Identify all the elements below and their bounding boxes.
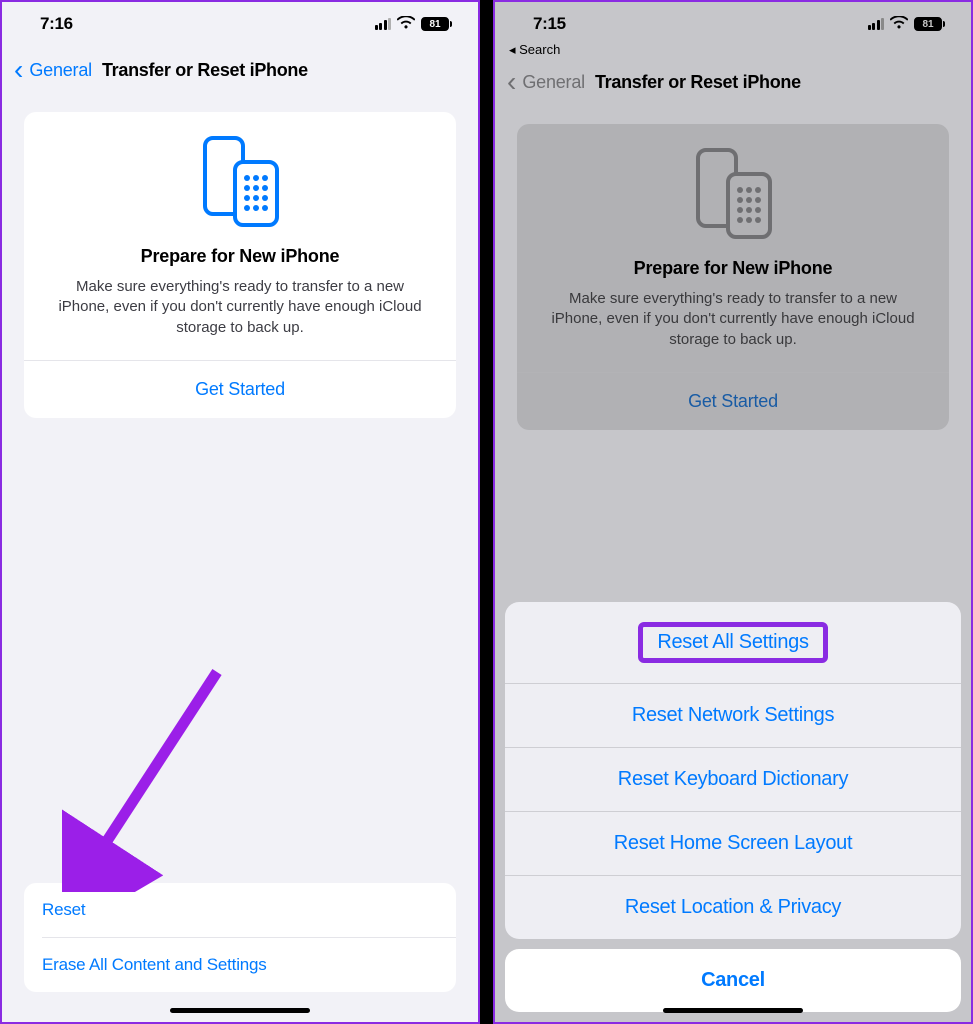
reset-keyboard-dictionary-button[interactable]: Reset Keyboard Dictionary — [505, 748, 961, 811]
page-title: Transfer or Reset iPhone — [102, 60, 308, 81]
reset-button[interactable]: Reset — [24, 883, 456, 937]
back-button: General — [522, 72, 585, 93]
reset-action-sheet: Reset All Settings Reset Network Setting… — [505, 602, 961, 1012]
back-to-search[interactable]: ◂ Search — [495, 42, 971, 58]
cancel-button[interactable]: Cancel — [505, 949, 961, 1012]
annotation-highlight: Reset All Settings — [638, 622, 827, 663]
back-chevron-icon[interactable]: ‹ — [14, 56, 23, 84]
card-title: Prepare for New iPhone — [42, 246, 438, 267]
status-icons: 81 — [375, 14, 453, 34]
reset-location-privacy-button[interactable]: Reset Location & Privacy — [505, 876, 961, 939]
status-icons: 81 — [868, 14, 946, 34]
reset-all-settings-button[interactable]: Reset All Settings — [505, 602, 961, 683]
status-time: 7:16 — [40, 14, 73, 34]
back-chevron-icon: ‹ — [507, 68, 516, 96]
screenshot-left: 7:16 81 ‹ General Transfer or Reset iPho… — [0, 0, 480, 1024]
screenshot-right: 7:15 81 ◂ Search ‹ General Transfer or R… — [493, 0, 973, 1024]
reset-home-screen-layout-button[interactable]: Reset Home Screen Layout — [505, 812, 961, 875]
content-area: Prepare for New iPhone Make sure everyth… — [495, 106, 971, 430]
annotation-arrow — [62, 662, 242, 892]
prepare-card: Prepare for New iPhone Make sure everyth… — [24, 112, 456, 418]
home-indicator[interactable] — [170, 1008, 310, 1013]
prepare-card: Prepare for New iPhone Make sure everyth… — [517, 124, 949, 430]
wifi-icon — [890, 14, 908, 34]
devices-icon — [535, 146, 931, 242]
card-title: Prepare for New iPhone — [535, 258, 931, 279]
cellular-icon — [868, 18, 885, 30]
card-description: Make sure everything's ready to transfer… — [535, 289, 931, 372]
card-description: Make sure everything's ready to transfer… — [42, 277, 438, 360]
page-title: Transfer or Reset iPhone — [595, 72, 801, 93]
battery-icon: 81 — [421, 17, 452, 31]
nav-bar: ‹ General Transfer or Reset iPhone — [495, 58, 971, 106]
erase-all-button[interactable]: Erase All Content and Settings — [24, 938, 456, 992]
get-started-button[interactable]: Get Started — [42, 361, 438, 418]
reset-network-settings-button[interactable]: Reset Network Settings — [505, 684, 961, 747]
devices-icon — [42, 134, 438, 230]
status-time: 7:15 — [533, 14, 566, 34]
battery-icon: 81 — [914, 17, 945, 31]
nav-bar: ‹ General Transfer or Reset iPhone — [2, 46, 478, 94]
bottom-options-list: Reset Erase All Content and Settings — [24, 883, 456, 992]
content-area: Prepare for New iPhone Make sure everyth… — [2, 94, 478, 418]
status-bar: 7:16 81 — [2, 2, 478, 46]
wifi-icon — [397, 14, 415, 34]
get-started-button: Get Started — [535, 373, 931, 430]
status-bar: 7:15 81 — [495, 2, 971, 46]
back-button[interactable]: General — [29, 60, 92, 81]
cellular-icon — [375, 18, 392, 30]
home-indicator[interactable] — [663, 1008, 803, 1013]
sheet-options-group: Reset All Settings Reset Network Setting… — [505, 602, 961, 939]
